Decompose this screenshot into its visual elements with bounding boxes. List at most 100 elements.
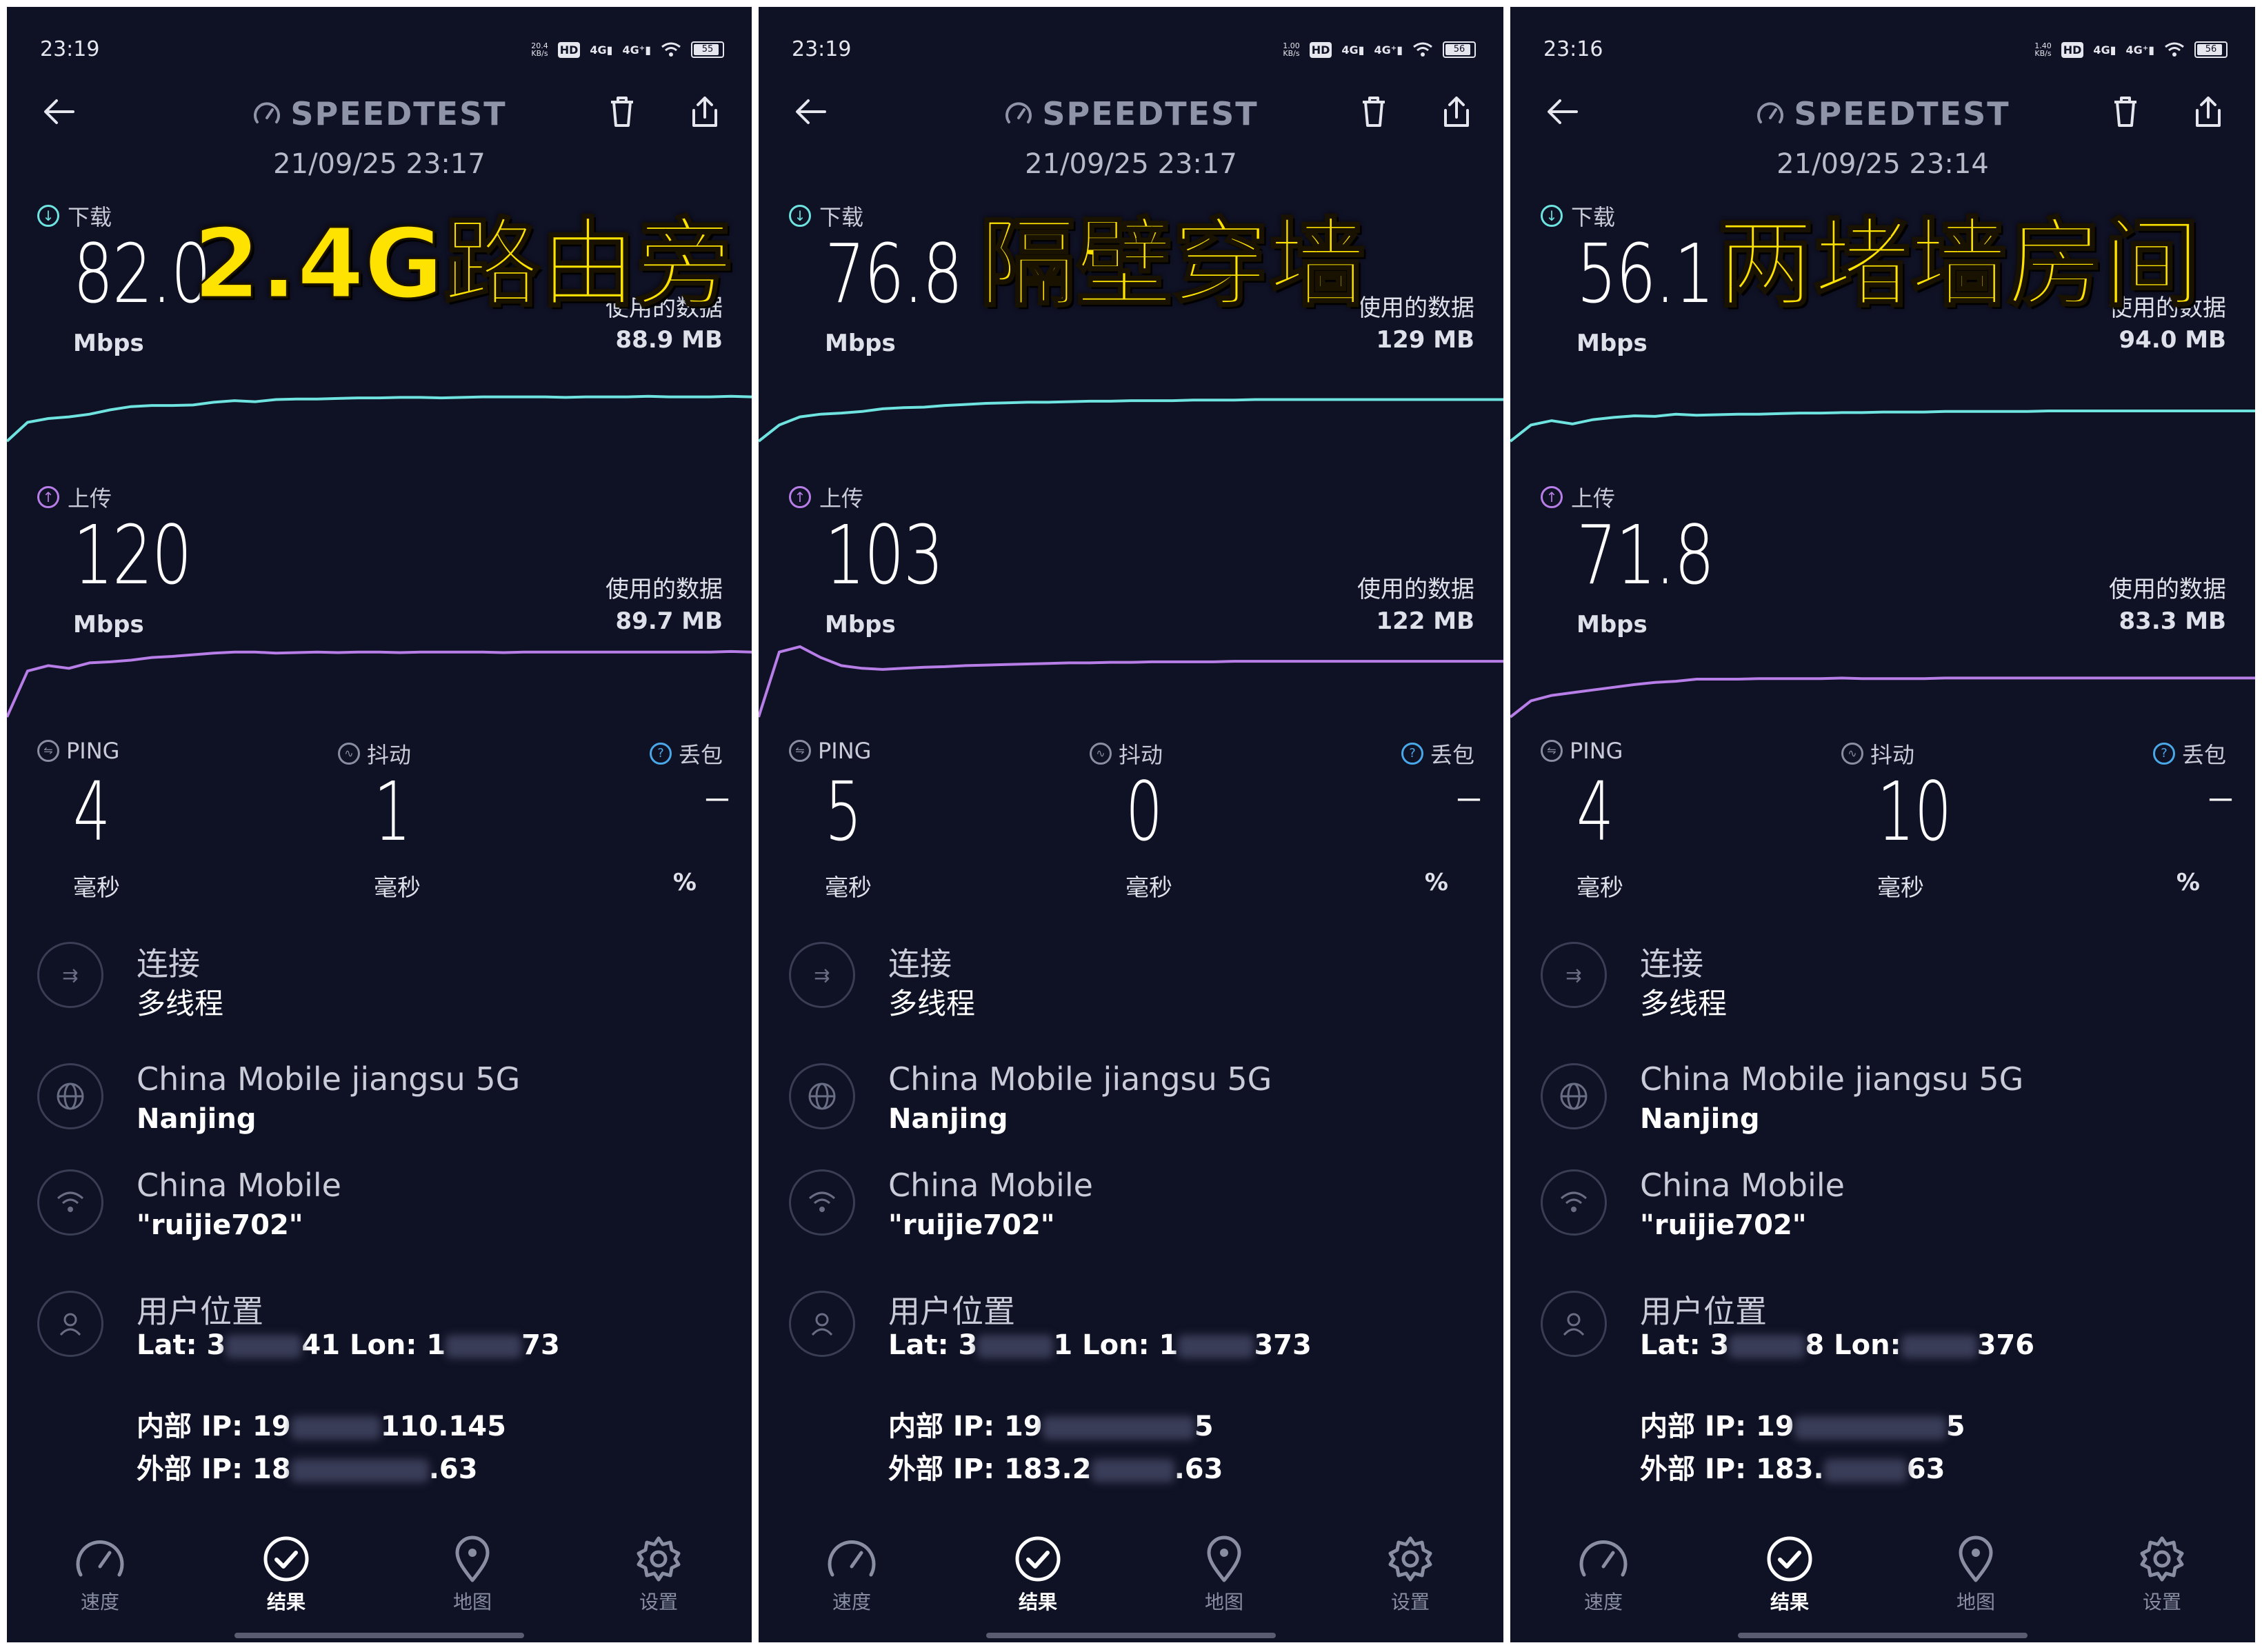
wifi-ssid: "ruijie702": [137, 1209, 303, 1241]
server-name[interactable]: China Mobile jiangsu 5G: [1640, 1060, 2023, 1098]
nav-settings-label: 设置: [639, 1591, 678, 1613]
upload-trace-line: [7, 649, 752, 718]
map-pin-icon: [455, 1535, 490, 1582]
signal-4g-icon: 4G▮: [2093, 43, 2116, 57]
download-speed-value: 56.1: [1577, 226, 1714, 321]
redacted-blur: [1794, 1416, 1946, 1440]
home-indicator: [986, 1633, 1276, 1638]
share-icon[interactable]: [2189, 92, 2228, 131]
nav-speed[interactable]: 速度: [1510, 1535, 1696, 1618]
download-trace-line: [1510, 410, 2255, 443]
nav-results[interactable]: 结果: [193, 1535, 379, 1618]
server-name[interactable]: China Mobile jiangsu 5G: [888, 1060, 1272, 1098]
upload-arrow-icon: ↑: [37, 486, 59, 508]
upload-speed-graph: [7, 649, 752, 718]
user-location-icon: [1541, 1291, 1607, 1357]
status-time: 23:19: [792, 37, 852, 61]
ping-label: ⇋ PING: [37, 738, 119, 764]
share-icon[interactable]: [685, 92, 724, 131]
hd-icon: HD: [557, 41, 581, 58]
packet-loss-value: –: [703, 764, 731, 828]
ping-unit: 毫秒: [73, 874, 120, 902]
ping-label: ⇋ PING: [1541, 738, 1623, 764]
server-city: Nanjing: [888, 1103, 1008, 1135]
wifi-provider-icon: [789, 1169, 855, 1236]
nav-map[interactable]: 地图: [1131, 1535, 1317, 1618]
upload-speed-graph: [1510, 676, 2255, 718]
speedtest-logo-icon: [1757, 102, 1784, 123]
connection-title: 连接: [888, 945, 952, 983]
download-arrow-icon: ↓: [789, 205, 811, 227]
redacted-blur: [446, 1335, 522, 1358]
upload-speed-value: 120: [73, 507, 192, 603]
share-icon[interactable]: [1437, 92, 1476, 131]
globe-icon: [1541, 1063, 1607, 1129]
redacted-blur: [1042, 1416, 1194, 1440]
packet-loss-value: –: [1455, 764, 1483, 828]
nav-results-label: 结果: [1770, 1591, 1809, 1613]
connections-icon: ⇉: [37, 942, 103, 1008]
status-bar-icons: 20.4 KB/s HD 4G▮ 4G⁺▮ 55: [531, 37, 724, 62]
test-datetime: 21/09/25 23:14: [1776, 148, 1989, 180]
nav-settings[interactable]: 设置: [1317, 1535, 1503, 1618]
signal-4g-plus-icon: 4G⁺▮: [1374, 43, 1403, 57]
nav-map-label: 地图: [1956, 1591, 1995, 1613]
bottom-navigation: 速度 结果 地图 设置: [759, 1535, 1503, 1618]
help-question-icon[interactable]: ?: [1401, 743, 1423, 765]
server-name[interactable]: China Mobile jiangsu 5G: [137, 1060, 520, 1098]
signal-4g-icon: 4G▮: [590, 43, 613, 57]
nav-map[interactable]: 地图: [1883, 1535, 2069, 1618]
delete-trash-icon[interactable]: [1354, 92, 1393, 131]
nav-speed[interactable]: 速度: [759, 1535, 945, 1618]
status-time: 23:19: [40, 37, 100, 61]
nav-speed-label: 速度: [832, 1591, 871, 1613]
wifi-icon: [2165, 42, 2184, 57]
battery-icon: 55: [691, 41, 724, 58]
delete-trash-icon[interactable]: [603, 92, 641, 131]
download-trace-line: [7, 394, 752, 443]
packet-loss-unit: %: [2176, 869, 2200, 896]
download-arrow-icon: ↓: [1541, 205, 1563, 227]
jitter-unit: 毫秒: [1125, 874, 1172, 902]
help-question-icon[interactable]: ?: [649, 743, 672, 765]
nav-results[interactable]: 结果: [1696, 1535, 1883, 1618]
external-ip: 外部 IP: 18.63: [137, 1453, 478, 1485]
ping-value: 4: [73, 764, 111, 859]
user-coordinates: Lat: 38 Lon: 376: [1640, 1329, 2035, 1361]
upload-speed-graph: [759, 645, 1503, 718]
location-caption-overlay: 2.4G路由旁: [192, 208, 734, 322]
external-ip: 外部 IP: 183. 63: [1640, 1453, 1945, 1485]
speedtest-logo-icon: [1005, 102, 1032, 123]
connection-title: 连接: [1640, 945, 1703, 983]
signal-4g-icon: 4G▮: [1341, 43, 1365, 57]
bottom-navigation: 速度 结果 地图 设置: [7, 1535, 752, 1618]
connections-icon: ⇉: [1541, 942, 1607, 1008]
nav-map[interactable]: 地图: [379, 1535, 566, 1618]
upload-arrow-icon: ↑: [1541, 486, 1563, 508]
redacted-blur: [290, 1459, 429, 1482]
nav-settings[interactable]: 设置: [2069, 1535, 2255, 1618]
internal-ip: 内部 IP: 19 5: [888, 1411, 1214, 1442]
nav-settings[interactable]: 设置: [566, 1535, 752, 1618]
nav-map-label: 地图: [452, 1591, 492, 1613]
nav-results-label: 结果: [266, 1591, 306, 1613]
home-indicator: [234, 1633, 524, 1638]
hd-icon: HD: [2061, 41, 2084, 58]
jitter-icon: ∿: [1090, 743, 1112, 765]
redacted-blur: [1729, 1335, 1805, 1358]
redacted-blur: [1091, 1459, 1174, 1482]
wifi-ssid: "ruijie702": [888, 1209, 1055, 1241]
upload-trace-line: [1510, 676, 2255, 718]
packet-loss-unit: %: [672, 869, 697, 896]
gear-icon: [1388, 1536, 1432, 1582]
packet-loss-unit: %: [1424, 869, 1448, 896]
ping-icon: ⇋: [1541, 740, 1563, 762]
delete-trash-icon[interactable]: [2106, 92, 2145, 131]
provider-name: China Mobile: [137, 1167, 341, 1204]
help-question-icon[interactable]: ?: [2152, 743, 2175, 765]
nav-results[interactable]: 结果: [945, 1535, 1131, 1618]
redacted-blur: [1178, 1335, 1254, 1358]
nav-speed[interactable]: 速度: [7, 1535, 193, 1618]
jitter-icon: ∿: [338, 743, 360, 765]
wifi-provider-icon: [1541, 1169, 1607, 1236]
